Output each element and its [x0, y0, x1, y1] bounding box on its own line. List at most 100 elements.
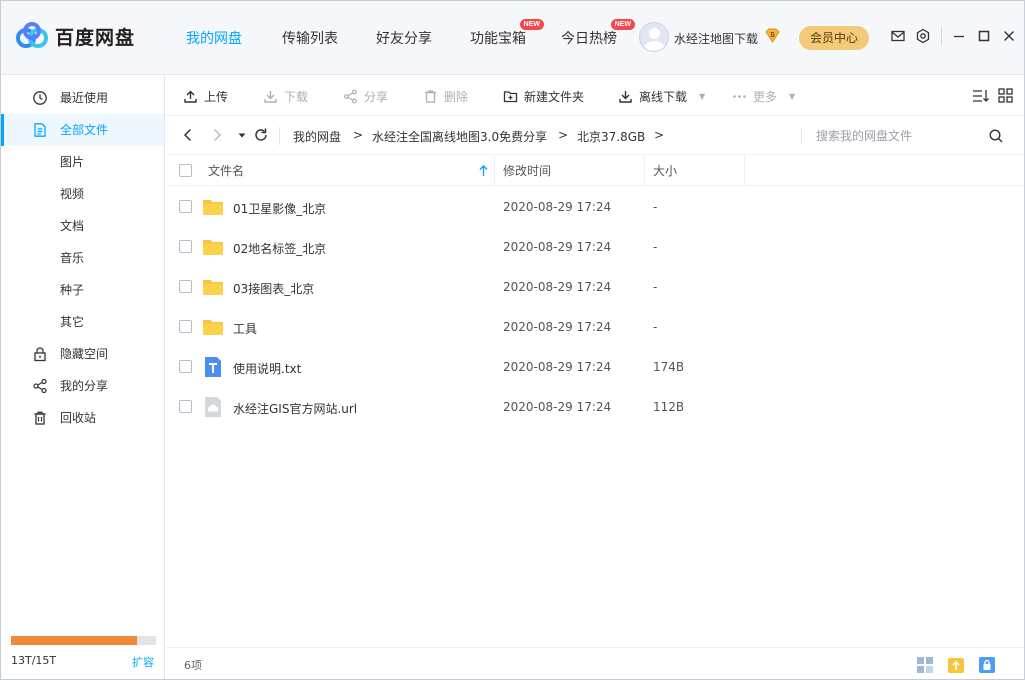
table-row[interactable]: 03接图表_北京 2020-08-29 17:24 -	[166, 267, 1024, 307]
mail-icon[interactable]	[890, 28, 906, 44]
gear-icon[interactable]	[915, 28, 931, 44]
offline-download-button[interactable]: 离线下载 ▼	[618, 76, 705, 116]
row-checkbox[interactable]	[179, 200, 192, 213]
file-time: 2020-08-29 17:24	[503, 400, 612, 414]
breadcrumb-item[interactable]: 水经注全国离线地图3.0免费分享	[372, 128, 547, 145]
chevron-down-icon[interactable]: ▼	[789, 92, 795, 101]
new-folder-button[interactable]: 新建文件夹	[503, 76, 584, 116]
row-checkbox[interactable]	[179, 280, 192, 293]
row-checkbox[interactable]	[179, 360, 192, 373]
upload-folder-icon[interactable]	[947, 656, 965, 674]
divider	[941, 27, 942, 45]
tab-transfer-list[interactable]: 传输列表	[282, 28, 338, 48]
history-dropdown-icon[interactable]	[234, 127, 250, 143]
maximize-icon[interactable]	[976, 28, 992, 44]
download-button[interactable]: 下载	[263, 76, 308, 116]
lock-folder-icon[interactable]	[978, 656, 996, 674]
sidebar-item-videos[interactable]: 视频	[1, 178, 164, 210]
upload-button[interactable]: 上传	[183, 76, 228, 116]
grid-view-icon[interactable]	[998, 88, 1013, 103]
row-checkbox[interactable]	[179, 400, 192, 413]
refresh-icon[interactable]	[253, 127, 269, 143]
top-bar: 百度网盘 我的网盘 传输列表 好友分享 功能宝箱 NEW 今日热榜 NEW 水经注地…	[1, 1, 1024, 75]
file-name[interactable]: 02地名标签_北京	[233, 240, 326, 257]
folder-icon	[203, 240, 223, 255]
column-divider	[494, 156, 495, 186]
expand-storage-link[interactable]: 扩容	[132, 654, 154, 670]
sidebar-item-documents[interactable]: 文档	[1, 210, 164, 242]
sidebar-item-my-shares[interactable]: 我的分享	[1, 370, 164, 402]
folder-icon	[203, 320, 223, 335]
sidebar-item-torrents[interactable]: 种子	[1, 274, 164, 306]
column-header-size[interactable]: 大小	[653, 156, 677, 186]
tab-friend-share[interactable]: 好友分享	[376, 28, 432, 48]
sidebar-item-label: 我的分享	[60, 379, 109, 393]
column-divider	[644, 156, 645, 186]
breadcrumb-separator: >	[654, 128, 665, 142]
delete-button[interactable]: 删除	[423, 76, 468, 116]
username[interactable]: 水经注地图下载	[674, 30, 758, 47]
sidebar-item-hidden-space[interactable]: 隐藏空间	[1, 338, 164, 370]
tab-today-hot[interactable]: 今日热榜 NEW	[561, 19, 635, 48]
sidebar-item-music[interactable]: 音乐	[1, 242, 164, 274]
select-all-checkbox[interactable]	[179, 164, 192, 177]
file-name[interactable]: 03接图表_北京	[233, 280, 314, 297]
path-bar: 我的网盘 > 水经注全国离线地图3.0免费分享 > 北京37.8GB >	[166, 117, 1024, 155]
tab-my-disk[interactable]: 我的网盘	[186, 28, 242, 48]
download-icon	[264, 90, 277, 103]
file-time: 2020-08-29 17:24	[503, 200, 612, 214]
sidebar-item-recycle-bin[interactable]: 回收站	[1, 402, 164, 434]
sidebar-item-other[interactable]: 其它	[1, 306, 164, 338]
sidebar-item-recent[interactable]: 最近使用	[1, 82, 164, 114]
more-button[interactable]: 更多 ▼	[732, 76, 795, 116]
table-row[interactable]: 02地名标签_北京 2020-08-29 17:24 -	[166, 227, 1024, 267]
search-input[interactable]	[816, 125, 981, 147]
breadcrumb-item[interactable]: 我的网盘	[293, 128, 341, 145]
file-name[interactable]: 01卫星影像_北京	[233, 200, 326, 217]
member-center-button[interactable]: 会员中心	[799, 26, 869, 50]
sort-list-icon[interactable]	[972, 88, 989, 104]
status-bar: 6项	[166, 647, 1024, 679]
forward-arrow-icon[interactable]	[209, 127, 225, 143]
breadcrumb-item[interactable]: 北京37.8GB	[577, 128, 645, 145]
sidebar-item-label: 其它	[60, 315, 85, 329]
document-icon	[34, 123, 46, 137]
file-size: 174B	[653, 360, 685, 374]
table-row[interactable]: 工具 2020-08-29 17:24 -	[166, 307, 1024, 347]
more-dots-icon	[733, 94, 746, 98]
svip-diamond-icon[interactable]: S	[764, 27, 781, 44]
new-badge: NEW	[519, 19, 544, 30]
text-file-icon	[205, 357, 221, 377]
chevron-down-icon[interactable]: ▼	[699, 92, 705, 101]
column-header-time[interactable]: 修改时间	[503, 156, 551, 186]
back-arrow-icon[interactable]	[180, 127, 196, 143]
row-checkbox[interactable]	[179, 320, 192, 333]
sidebar-item-label: 最近使用	[60, 91, 109, 105]
svg-text:S: S	[770, 32, 775, 39]
new-badge: NEW	[610, 19, 635, 30]
file-size: 112B	[653, 400, 685, 414]
column-header-name[interactable]: 文件名	[208, 156, 244, 186]
minimize-icon[interactable]	[951, 28, 967, 44]
file-name[interactable]: 工具	[233, 320, 257, 337]
avatar[interactable]	[639, 22, 669, 52]
search-icon[interactable]	[988, 128, 1004, 144]
toolbar: 上传 下载 分享 删除 新建文件夹 离线下载 ▼ 更多 ▼	[166, 76, 1024, 116]
sidebar-item-all-files[interactable]: 全部文件	[1, 114, 164, 146]
apps-icon[interactable]	[916, 656, 934, 674]
divider	[279, 127, 280, 145]
sidebar-item-images[interactable]: 图片	[1, 146, 164, 178]
divider	[801, 127, 802, 145]
tab-feature-box[interactable]: 功能宝箱 NEW	[470, 19, 544, 48]
sidebar-item-label: 种子	[60, 283, 85, 297]
table-row[interactable]: 水经注GIS官方网站.url 2020-08-29 17:24 112B	[166, 387, 1024, 427]
table-row[interactable]: 01卫星影像_北京 2020-08-29 17:24 -	[166, 187, 1024, 227]
table-row[interactable]: 使用说明.txt 2020-08-29 17:24 174B	[166, 347, 1024, 387]
close-icon[interactable]	[1001, 28, 1017, 44]
file-name[interactable]: 水经注GIS官方网站.url	[233, 400, 357, 417]
file-name[interactable]: 使用说明.txt	[233, 360, 301, 377]
lock-icon	[34, 347, 46, 362]
sort-arrow-up-icon[interactable]	[479, 165, 488, 177]
share-button[interactable]: 分享	[343, 76, 388, 116]
row-checkbox[interactable]	[179, 240, 192, 253]
